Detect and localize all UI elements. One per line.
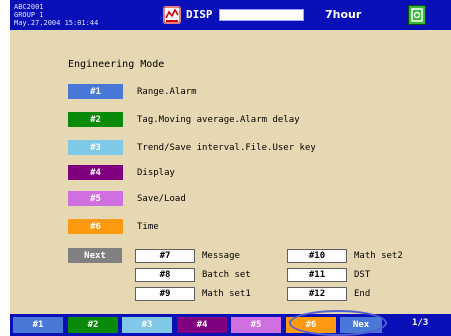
recorder-chart-icon [163,6,181,24]
group-name: GROUP 1 [14,11,44,19]
key-label-message: Message [202,251,240,261]
device-name: ABC2001 [14,3,44,11]
key-label-dst: DST [354,270,371,280]
menu-button-6[interactable]: #6 [68,219,123,234]
soft-key-3[interactable]: #3 [122,317,172,333]
date-time: May.27.2004 15:01:44 [14,19,99,27]
page-indicator: 1/3 [412,318,429,328]
menu-label-trend-save: Trend/Save interval.File.User key [137,143,316,153]
key-button-10[interactable]: #10 [287,249,347,263]
key-label-end: End [354,289,371,299]
key-button-12[interactable]: #12 [287,287,347,301]
key-button-9[interactable]: #9 [135,287,195,301]
soft-key-1[interactable]: #1 [13,317,63,333]
key-button-7[interactable]: #7 [135,249,195,263]
display-mode-label: DISP [186,8,213,21]
highlight-annotation [289,310,387,336]
recorder-screen: ABC2001 GROUP 1 May.27.2004 15:01:44 DIS… [10,0,451,336]
key-label-math-set2: Math set2 [354,251,403,261]
menu-label-display: Display [137,168,175,178]
device-info: ABC2001 GROUP 1 May.27.2004 15:01:44 [14,3,98,27]
message-area [219,9,304,21]
menu-button-2[interactable]: #2 [68,112,123,127]
menu-label-time: Time [137,222,159,232]
trend-period-label: 7hour [325,8,362,21]
key-label-batch-set: Batch set [202,270,251,280]
storage-media-icon [408,5,426,25]
menu-button-5[interactable]: #5 [68,191,123,206]
key-label-math-set1: Math set1 [202,289,251,299]
page-title: Engineering Mode [68,59,165,70]
soft-key-5[interactable]: #5 [231,317,281,333]
key-button-8[interactable]: #8 [135,268,195,282]
menu-button-4[interactable]: #4 [68,165,123,180]
status-bar: ABC2001 GROUP 1 May.27.2004 15:01:44 DIS… [10,0,451,30]
menu-label-save-load: Save/Load [137,194,186,204]
soft-key-4[interactable]: #4 [177,317,227,333]
key-button-11[interactable]: #11 [287,268,347,282]
menu-label-tag: Tag.Moving average.Alarm delay [137,115,300,125]
menu-button-3[interactable]: #3 [68,140,123,155]
next-button[interactable]: Next [68,248,122,263]
menu-button-1[interactable]: #1 [68,84,123,99]
soft-key-2[interactable]: #2 [68,317,118,333]
menu-label-range-alarm: Range.Alarm [137,87,197,97]
